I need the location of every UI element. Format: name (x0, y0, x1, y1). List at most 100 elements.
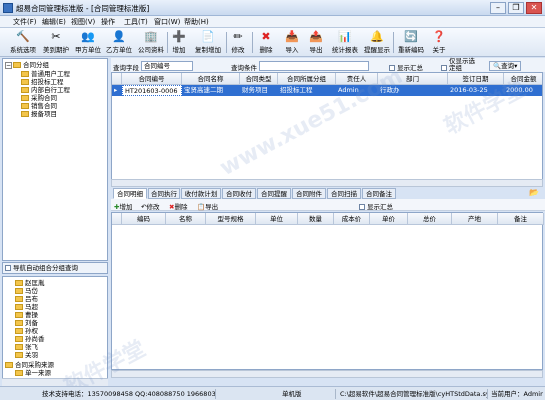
export-icon: 📋 (197, 203, 206, 211)
query-button[interactable]: 🔍查询▾ (489, 61, 522, 71)
detail-export-button[interactable]: 📋导出 (197, 201, 218, 211)
tree-root[interactable]: − 合同分组 (5, 61, 49, 70)
query-field-label: 查询字段 (113, 64, 139, 72)
folder-icon (15, 328, 23, 334)
party-a-button[interactable]: 👥 甲方单位 (73, 29, 103, 56)
company-info-button[interactable]: 🏢 公司资料 (136, 29, 166, 56)
menu-tools[interactable]: 工具(T) (124, 17, 148, 27)
list-item[interactable]: 关羽 (15, 351, 38, 360)
expiry-button[interactable]: ✂ 美到期护 (40, 29, 72, 56)
copy-add-button[interactable]: 📄 复制增加 (192, 29, 224, 56)
folder-icon (21, 71, 29, 77)
building-icon: 🏢 (144, 30, 158, 43)
folder-icon (21, 95, 29, 101)
query-condition-input[interactable] (259, 61, 369, 71)
folder-icon (21, 111, 29, 117)
column-header[interactable]: 成本价 (334, 213, 370, 225)
tab-contract-detail[interactable]: 合同明细 (113, 188, 147, 199)
list-item[interactable]: 单一来源 (15, 369, 51, 378)
toolbar: 🔨 系统选项 ✂ 美到期护 👥 甲方单位 👤 乙方单位 🏢 公司资料 ➕ 增加 📄 复制增加 … (0, 28, 545, 57)
table-cell[interactable]: 招投标工程 (278, 85, 336, 96)
nav-checkbox[interactable] (5, 265, 11, 271)
column-header[interactable]: 备注 (498, 213, 544, 225)
column-header[interactable]: 合同所属分组 (278, 73, 336, 85)
menu-view[interactable]: 视图(V) (71, 17, 95, 27)
party-b-button[interactable]: 👤 乙方单位 (104, 29, 134, 56)
column-header[interactable]: 产地 (452, 213, 498, 225)
folder-icon (21, 79, 29, 85)
collapse-icon[interactable]: − (5, 62, 12, 69)
detail-add-button[interactable]: ✚增加 (114, 201, 132, 211)
column-header[interactable]: 编码 (122, 213, 166, 225)
column-header[interactable]: 合同类型 (240, 73, 278, 85)
add-button[interactable]: ➕ 增加 (169, 29, 189, 56)
tab-contract-reminder[interactable]: 合同提醒 (257, 188, 291, 199)
tree-item[interactable]: 报备项目 (21, 110, 57, 119)
refresh-icon: 🔄 (404, 30, 418, 43)
column-header[interactable]: 名称 (166, 213, 206, 225)
pencil-icon: ✏ (233, 30, 243, 43)
checkbox[interactable] (359, 204, 365, 210)
detail-show-summary-toggle[interactable]: 显示汇总 (359, 201, 393, 211)
column-header[interactable]: 合同名称 (182, 73, 240, 85)
folder-icon (13, 62, 21, 68)
grid-indicator-header (112, 213, 122, 225)
minimize-button[interactable]: – (490, 2, 506, 14)
column-header[interactable]: 数量 (298, 213, 334, 225)
folder-icon (5, 362, 13, 368)
table-cell[interactable]: 财务项目 (240, 85, 278, 96)
scissors-icon: ✂ (51, 30, 61, 43)
contract-group-tree: − 合同分组 普通用户工程 招投标工程 内部自行工程 采购合同 销售合同 报备项目 (2, 58, 108, 261)
column-header[interactable]: 型号规格 (206, 213, 256, 225)
menu-operate[interactable]: 操作 (101, 17, 115, 27)
grid-horizontal-scrollbar[interactable] (111, 179, 543, 187)
support-info: 技术支持电话：13570098458 QQ:408088750 19668038… (42, 389, 216, 399)
tab-contract-execution[interactable]: 合同执行 (148, 188, 180, 199)
folder-icon (15, 370, 23, 376)
close-button[interactable]: ✕ (526, 2, 542, 14)
detail-edit-button[interactable]: ↶修改 (141, 201, 159, 211)
tab-contract-scan[interactable]: 合同扫描 (327, 188, 361, 199)
edition-label: 单机版 (280, 389, 336, 399)
column-header[interactable]: 合同编号 (122, 73, 182, 85)
menu-edit[interactable]: 编辑(E) (42, 17, 66, 27)
detail-horizontal-scrollbar[interactable] (111, 370, 543, 378)
tab-contract-attachments[interactable]: 合同附件 (292, 188, 326, 199)
folder-icon (21, 87, 29, 93)
edit-button[interactable]: ✏ 修改 (228, 29, 248, 56)
tab-contract-payments[interactable]: 合同收付 (222, 188, 256, 199)
hammer-icon: 🔨 (16, 30, 30, 43)
menu-help[interactable]: 帮助(H) (184, 17, 209, 27)
column-header[interactable]: 单价 (370, 213, 408, 225)
tab-payment-plan[interactable]: 收付款计划 (181, 188, 221, 199)
report-button[interactable]: 📊 统计报表 (330, 29, 360, 56)
menu-window[interactable]: 窗口(W) (154, 17, 180, 27)
column-header[interactable]: 单位 (256, 213, 298, 225)
table-cell[interactable]: 宝贤高速二期 (182, 85, 240, 96)
system-options-button[interactable]: 🔨 系统选项 (8, 29, 38, 56)
query-field-select[interactable]: 合同编号 (141, 61, 193, 71)
toolbar-separator (252, 32, 253, 53)
export-button[interactable]: 📤 导出 (306, 29, 326, 56)
import-button[interactable]: 📥 导入 (282, 29, 302, 56)
menu-file[interactable]: 文件(F) (13, 17, 37, 27)
restore-button[interactable]: ❐ (508, 2, 524, 14)
tab-contract-notes[interactable]: 合同备注 (362, 188, 396, 199)
column-header[interactable]: 总价 (408, 213, 452, 225)
folder-open-icon[interactable]: 📂 (529, 188, 541, 198)
help-icon: ❓ (432, 30, 446, 43)
recode-button[interactable]: 🔄 重新编码 (396, 29, 426, 56)
detail-delete-button[interactable]: ✖删除 (169, 201, 187, 211)
delete-button[interactable]: ✖ 删除 (256, 29, 276, 56)
folder-icon (15, 336, 23, 342)
detail-toolbar: ✚增加 ↶修改 ✖删除 📋导出 显示汇总 (111, 199, 545, 211)
row-indicator-icon: ▸ (114, 86, 118, 94)
data-file-path: C:\超易软件\超易合同管理标准版\cyHTStdData.sys (340, 389, 488, 399)
nav-group-query-header[interactable]: 导航自动组合分组查询 (2, 262, 108, 274)
table-cell[interactable]: HT201603-0006 (122, 85, 182, 96)
checkbox[interactable] (441, 65, 447, 71)
show-only-selected-toggle[interactable]: 仅显示选定组 (441, 58, 477, 72)
reminder-button[interactable]: 🔔 提醒显示 (362, 29, 392, 56)
about-button[interactable]: ❓ 关于 (430, 29, 448, 56)
user-icon: 👤 (112, 30, 126, 43)
